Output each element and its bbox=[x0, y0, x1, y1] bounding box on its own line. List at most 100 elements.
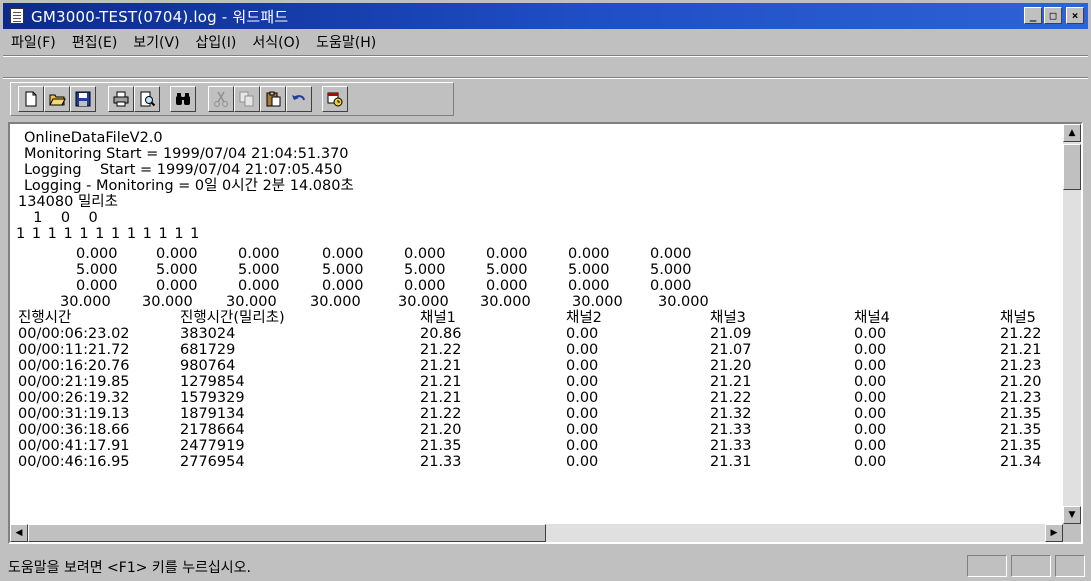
menu-help[interactable]: 도움말(H) bbox=[308, 32, 384, 52]
table-cell: 2776954 bbox=[180, 454, 245, 470]
table-cell: 20.86 bbox=[420, 326, 462, 342]
table-cell: 21.22 bbox=[420, 406, 462, 422]
save-button[interactable] bbox=[70, 86, 96, 112]
table-cell: 21.31 bbox=[710, 454, 752, 470]
range-value: 0.000 bbox=[156, 278, 198, 294]
millis-line: 134080 밀리초 bbox=[18, 194, 118, 210]
column-header: 채널2 bbox=[566, 310, 602, 326]
cut-button[interactable] bbox=[208, 86, 234, 112]
table-cell: 21.20 bbox=[1000, 374, 1042, 390]
table-cell: 21.21 bbox=[420, 374, 462, 390]
table-cell: 00/00:11:21.72 bbox=[18, 342, 130, 358]
channel-enable-line: 1 1 1 1 1 1 1 1 1 1 1 1 bbox=[16, 226, 201, 242]
menu-format[interactable]: 서식(O) bbox=[244, 32, 308, 52]
vertical-scrollbar[interactable]: ▲ ▼ bbox=[1063, 124, 1081, 524]
range-value: 30.000 bbox=[572, 294, 623, 310]
table-cell: 21.21 bbox=[420, 358, 462, 374]
cut-scissors-icon bbox=[214, 91, 228, 107]
table-cell: 21.21 bbox=[420, 390, 462, 406]
copy-button[interactable] bbox=[234, 86, 260, 112]
title-bar[interactable]: GM3000-TEST(0704).log - 워드패드 _ □ × bbox=[3, 3, 1088, 29]
new-document-icon bbox=[25, 91, 37, 107]
new-button[interactable] bbox=[18, 86, 44, 112]
table-cell: 21.35 bbox=[1000, 438, 1042, 454]
table-cell: 0.00 bbox=[566, 342, 599, 358]
print-preview-button[interactable] bbox=[134, 86, 160, 112]
flags-line: 1 0 0 bbox=[24, 210, 98, 226]
range-value: 5.000 bbox=[650, 262, 692, 278]
status-bar: 도움말을 보려면 <F1> 키를 누르십시오. bbox=[3, 553, 1088, 579]
table-cell: 21.35 bbox=[1000, 422, 1042, 438]
document-editor[interactable]: OnlineDataFileV2.0 Monitoring Start = 19… bbox=[8, 122, 1083, 544]
table-cell: 0.00 bbox=[854, 326, 887, 342]
close-button[interactable]: × bbox=[1066, 7, 1084, 24]
horizontal-scroll-thumb[interactable] bbox=[28, 524, 546, 542]
paste-button[interactable] bbox=[260, 86, 286, 112]
table-cell: 1279854 bbox=[180, 374, 245, 390]
menu-file[interactable]: 파일(F) bbox=[3, 32, 64, 52]
wordpad-document-icon[interactable] bbox=[10, 8, 24, 24]
table-cell: 00/00:21:19.85 bbox=[18, 374, 130, 390]
horizontal-scrollbar[interactable]: ◀ ▶ bbox=[10, 524, 1063, 542]
print-button[interactable] bbox=[108, 86, 134, 112]
menu-insert[interactable]: 삽입(I) bbox=[188, 32, 245, 52]
table-cell: 21.20 bbox=[420, 422, 462, 438]
table-cell: 00/00:06:23.02 bbox=[18, 326, 130, 342]
undo-button[interactable] bbox=[286, 86, 312, 112]
scroll-down-button[interactable]: ▼ bbox=[1063, 506, 1081, 524]
range-value: 30.000 bbox=[398, 294, 449, 310]
range-value: 0.000 bbox=[238, 246, 280, 262]
table-cell: 1879134 bbox=[180, 406, 245, 422]
date-time-button[interactable] bbox=[322, 86, 348, 112]
table-cell: 21.33 bbox=[420, 454, 462, 470]
table-cell: 0.00 bbox=[854, 342, 887, 358]
print-preview-icon bbox=[140, 91, 156, 107]
column-header: 채널5 bbox=[1000, 310, 1036, 326]
table-cell: 0.00 bbox=[566, 406, 599, 422]
table-cell: 00/00:31:19.13 bbox=[18, 406, 130, 422]
column-header: 채널4 bbox=[854, 310, 890, 326]
table-cell: 0.00 bbox=[566, 390, 599, 406]
scroll-left-button[interactable]: ◀ bbox=[10, 524, 28, 542]
table-cell: 0.00 bbox=[854, 374, 887, 390]
table-cell: 0.00 bbox=[566, 454, 599, 470]
table-cell: 21.21 bbox=[710, 374, 752, 390]
menu-edit[interactable]: 편집(E) bbox=[64, 32, 126, 52]
table-cell: 21.23 bbox=[1000, 390, 1042, 406]
table-cell: 2477919 bbox=[180, 438, 245, 454]
caption-buttons: _ □ × bbox=[1024, 7, 1084, 24]
date-time-icon bbox=[327, 92, 343, 107]
range-value: 5.000 bbox=[486, 262, 528, 278]
table-cell: 383024 bbox=[180, 326, 236, 342]
document-text-area[interactable]: OnlineDataFileV2.0 Monitoring Start = 19… bbox=[10, 124, 1063, 524]
menu-bar: 파일(F) 편집(E) 보기(V) 삽입(I) 서식(O) 도움말(H) bbox=[3, 31, 1088, 53]
wordpad-window: GM3000-TEST(0704).log - 워드패드 _ □ × 파일(F)… bbox=[0, 0, 1091, 581]
table-cell: 21.33 bbox=[710, 438, 752, 454]
range-value: 30.000 bbox=[60, 294, 111, 310]
table-cell: 21.35 bbox=[1000, 406, 1042, 422]
range-value: 0.000 bbox=[486, 278, 528, 294]
status-panel bbox=[1011, 555, 1051, 577]
scroll-right-button[interactable]: ▶ bbox=[1045, 524, 1063, 542]
copy-icon bbox=[239, 91, 254, 107]
menu-view[interactable]: 보기(V) bbox=[125, 32, 187, 52]
column-header: 채널3 bbox=[710, 310, 746, 326]
table-cell: 681729 bbox=[180, 342, 236, 358]
table-cell: 21.22 bbox=[1000, 326, 1042, 342]
range-value: 30.000 bbox=[226, 294, 277, 310]
range-value: 5.000 bbox=[76, 262, 118, 278]
maximize-button[interactable]: □ bbox=[1044, 7, 1062, 24]
table-cell: 980764 bbox=[180, 358, 236, 374]
vertical-scroll-thumb[interactable] bbox=[1063, 144, 1081, 190]
range-value: 5.000 bbox=[404, 262, 446, 278]
table-cell: 0.00 bbox=[566, 374, 599, 390]
find-button[interactable] bbox=[170, 86, 196, 112]
table-cell: 00/00:36:18.66 bbox=[18, 422, 130, 438]
minimize-button[interactable]: _ bbox=[1024, 7, 1042, 24]
scroll-up-button[interactable]: ▲ bbox=[1063, 124, 1081, 142]
open-button[interactable] bbox=[44, 86, 70, 112]
size-grip[interactable] bbox=[1055, 555, 1085, 577]
range-value: 0.000 bbox=[238, 278, 280, 294]
table-cell: 21.21 bbox=[1000, 342, 1042, 358]
undo-icon bbox=[292, 95, 305, 101]
